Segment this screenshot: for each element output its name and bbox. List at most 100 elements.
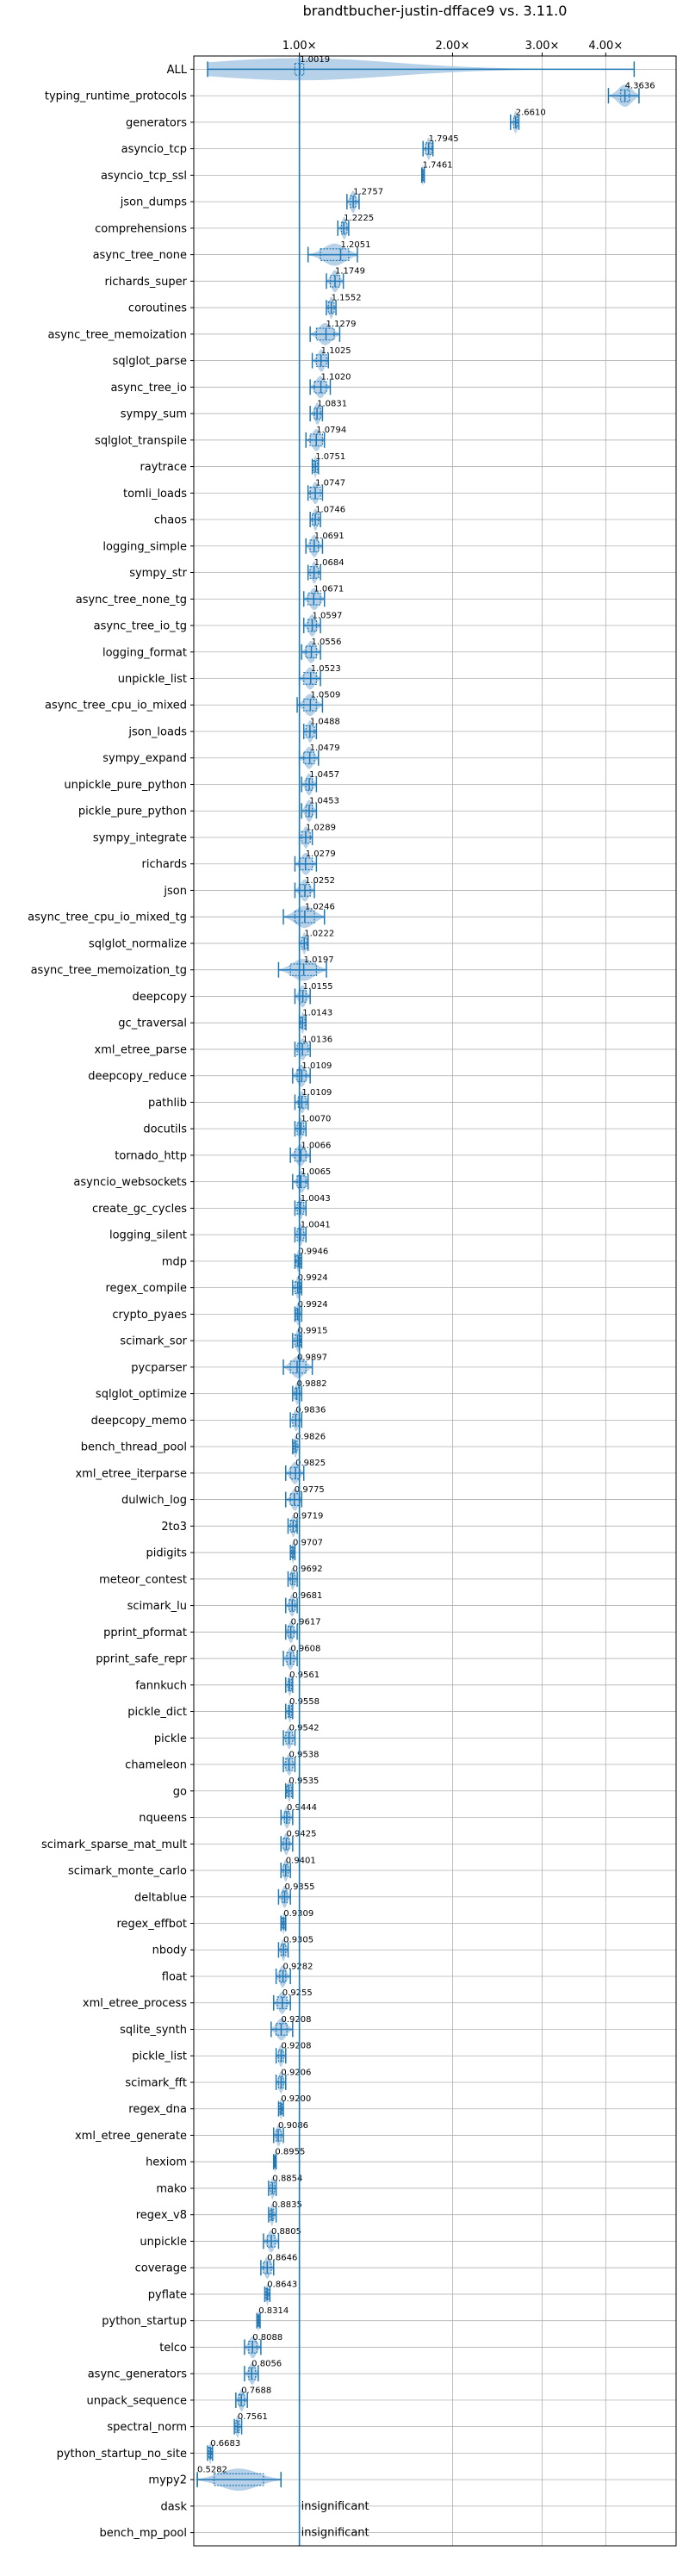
benchmark-name-label: async_tree_cpu_io_mixed_tg bbox=[28, 912, 187, 924]
benchmark-name-label: spectral_norm bbox=[107, 2421, 187, 2434]
plot-frame bbox=[193, 55, 677, 2547]
value-label: 0.8088 bbox=[252, 2333, 282, 2343]
value-label: 0.9608 bbox=[290, 1644, 320, 1653]
benchmark-name-label: coverage bbox=[135, 2262, 187, 2275]
benchmark-name-label: async_tree_io_tg bbox=[94, 620, 187, 633]
benchmark-name-label: xml_etree_iterparse bbox=[75, 1467, 187, 1480]
value-label: 0.8835 bbox=[272, 2200, 302, 2210]
benchmark-name-label: json bbox=[163, 885, 187, 898]
benchmark-name-label: pickle_dict bbox=[127, 1706, 187, 1719]
benchmark-name-label: async_tree_memoization_tg bbox=[31, 964, 187, 977]
benchmark-name-label: async_tree_cpu_io_mixed bbox=[45, 700, 187, 712]
benchmark-name-label: docutils bbox=[143, 1123, 187, 1136]
value-label: 0.9208 bbox=[281, 2042, 311, 2051]
benchmark-name-label: async_tree_io bbox=[110, 382, 187, 395]
value-label: 0.9425 bbox=[286, 1830, 316, 1839]
insignificant-label: insignificant bbox=[301, 2527, 369, 2540]
benchmark-name-label: create_gc_cycles bbox=[92, 1203, 187, 1216]
value-label: 1.0246 bbox=[305, 903, 335, 912]
value-label: 1.0252 bbox=[305, 876, 335, 886]
benchmark-name-label: sqlite_synth bbox=[120, 2024, 187, 2037]
benchmark-name-label: pprint_pformat bbox=[103, 1627, 187, 1640]
value-label: 1.0457 bbox=[309, 770, 339, 780]
value-label: 0.9836 bbox=[295, 1406, 326, 1416]
benchmark-name-label: nbody bbox=[152, 1944, 188, 1957]
value-label: 1.0070 bbox=[301, 1115, 331, 1124]
value-label: 0.9309 bbox=[283, 1909, 313, 1919]
value-label: 0.8646 bbox=[267, 2254, 297, 2263]
value-label: 0.9542 bbox=[289, 1724, 320, 1733]
value-label: 1.7945 bbox=[429, 134, 459, 144]
value-label: 1.0479 bbox=[310, 744, 340, 753]
value-label: 1.0155 bbox=[303, 982, 333, 992]
value-label: 1.0197 bbox=[304, 955, 334, 965]
benchmark-name-label: deltablue bbox=[134, 1891, 187, 1904]
benchmark-name-label: python_startup bbox=[102, 2315, 187, 2328]
value-label: 1.1749 bbox=[335, 267, 365, 277]
benchmark-name-label: scimark_fft bbox=[125, 2076, 187, 2089]
benchmark-name-label: async_generators bbox=[88, 2368, 188, 2381]
x-axis-ticks: 1.00× 2.00× 3.00× 4.00× bbox=[282, 40, 623, 56]
benchmark-name-label: asyncio_tcp bbox=[121, 143, 187, 156]
value-label: 0.8805 bbox=[271, 2227, 301, 2237]
value-label: 0.9401 bbox=[286, 1856, 316, 1865]
benchmark-name-label: python_startup_no_site bbox=[57, 2448, 187, 2461]
benchmark-name-label: nqueens bbox=[139, 1812, 187, 1825]
benchmark-name-label: logging_simple bbox=[102, 540, 187, 553]
value-label: 0.9897 bbox=[297, 1353, 327, 1362]
value-label: 1.2225 bbox=[344, 214, 374, 223]
benchmark-name-label: deepcopy bbox=[132, 991, 187, 1004]
benchmark-name-label: pickle bbox=[154, 1733, 187, 1745]
benchmark-name-label: pathlib bbox=[148, 1097, 187, 1110]
benchmark-name-label: asyncio_tcp_ssl bbox=[101, 170, 187, 183]
benchmark-name-label: crypto_pyaes bbox=[112, 1309, 187, 1322]
benchmark-name-label: scimark_lu bbox=[127, 1600, 187, 1613]
benchmark-name-label: sqlglot_normalize bbox=[89, 937, 187, 950]
value-label: 1.1552 bbox=[332, 293, 362, 302]
benchmark-name-label: meteor_contest bbox=[99, 1573, 187, 1586]
value-label: 1.0143 bbox=[302, 1009, 332, 1018]
benchmark-violin-chart: brandtbucher-justin-dfface9 vs. 3.11.0 1… bbox=[28, 3, 677, 2547]
value-label: 1.0065 bbox=[301, 1167, 331, 1177]
value-label: 0.9946 bbox=[298, 1247, 328, 1256]
benchmark-name-label: regex_dna bbox=[128, 2103, 187, 2116]
benchmark-name-label: bench_mp_pool bbox=[99, 2527, 187, 2540]
x-tick-label: 2.00× bbox=[436, 40, 470, 53]
value-label: 1.0136 bbox=[302, 1035, 332, 1044]
value-label: 0.8643 bbox=[267, 2280, 297, 2289]
benchmark-name-label: gc_traversal bbox=[118, 1017, 187, 1030]
value-label: 0.9200 bbox=[281, 2094, 311, 2104]
value-label: 0.7561 bbox=[238, 2412, 268, 2422]
benchmark-name-label: regex_effbot bbox=[116, 1918, 187, 1931]
value-label: 1.0453 bbox=[309, 797, 339, 806]
benchmark-name-label: comprehensions bbox=[95, 222, 187, 235]
benchmark-name-label: pickle_pure_python bbox=[78, 806, 187, 818]
benchmark-name-label: typing_runtime_protocols bbox=[45, 90, 187, 103]
value-label: 1.0509 bbox=[310, 691, 340, 700]
value-label: 0.9538 bbox=[289, 1750, 320, 1759]
benchmark-name-label: generators bbox=[126, 116, 187, 129]
insignificant-label: insignificant bbox=[301, 2500, 369, 2513]
benchmark-name-label: tornado_http bbox=[115, 1149, 187, 1162]
benchmark-name-label: unpickle_list bbox=[118, 673, 187, 686]
value-label: 0.8314 bbox=[258, 2306, 289, 2316]
benchmark-name-label: sympy_integrate bbox=[93, 831, 187, 844]
value-label: 1.0556 bbox=[312, 638, 342, 647]
benchmark-name-label: sympy_expand bbox=[102, 752, 187, 765]
value-label: 1.0751 bbox=[315, 452, 345, 462]
benchmark-name-label: async_tree_memoization bbox=[47, 328, 187, 341]
value-label: 0.8056 bbox=[251, 2360, 282, 2369]
benchmark-name-label: pickle_list bbox=[132, 2050, 187, 2063]
value-label: 0.9206 bbox=[281, 2068, 311, 2077]
value-label: 0.9719 bbox=[293, 1512, 323, 1521]
value-label: 1.0684 bbox=[314, 558, 344, 568]
benchmark-name-label: float bbox=[162, 1970, 187, 1983]
value-label: 1.0289 bbox=[306, 823, 336, 832]
value-label: 0.9305 bbox=[283, 1936, 313, 1945]
benchmark-name-label: pyflate bbox=[148, 2288, 187, 2301]
value-label: 2.6610 bbox=[516, 108, 546, 117]
value-label: 1.0831 bbox=[317, 399, 347, 408]
value-label: 1.0109 bbox=[301, 1088, 332, 1098]
value-label: 0.8955 bbox=[275, 2148, 305, 2157]
value-label: 1.0671 bbox=[313, 585, 344, 594]
